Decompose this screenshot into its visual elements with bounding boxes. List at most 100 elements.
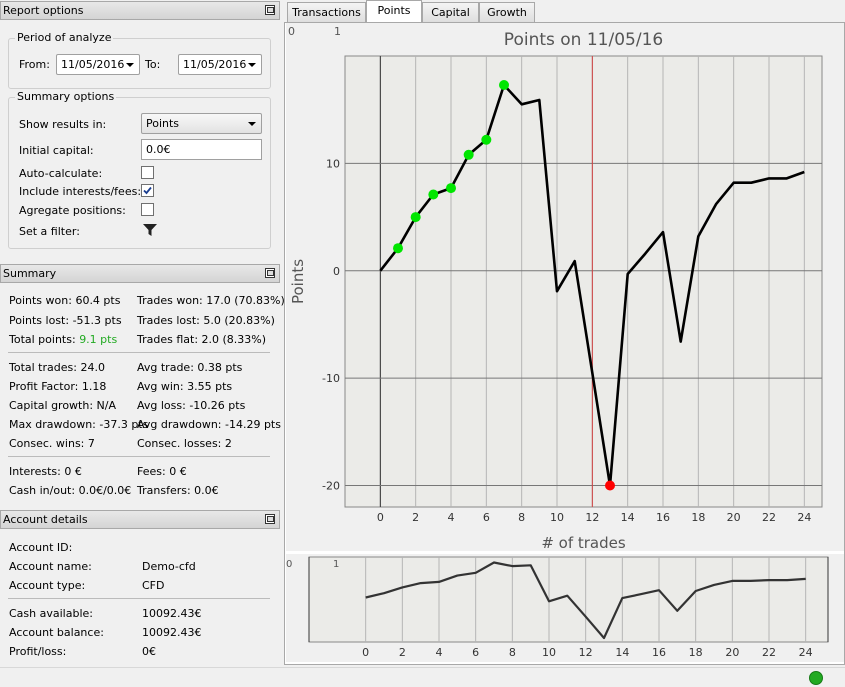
account-name-label: Account name: xyxy=(9,560,92,573)
total-points-label: Total points: xyxy=(9,333,76,346)
period-title: Period of analyze xyxy=(15,31,114,44)
divider xyxy=(8,456,270,457)
report-options-header: Report options xyxy=(0,1,280,20)
consec-losses: Consec. losses: 2 xyxy=(137,437,232,450)
x-tick-label: 14 xyxy=(621,511,635,524)
avg-drawdown: Avg drawdown: -14.29 pts xyxy=(137,418,281,431)
show-results-value: Points xyxy=(146,117,180,130)
overview-x-tick-label: 12 xyxy=(579,646,593,659)
winning-trade-point xyxy=(393,243,403,254)
trades-lost: Trades lost: 5.0 (20.83%) xyxy=(137,314,275,327)
profit-factor: Profit Factor: 1.18 xyxy=(9,380,107,393)
cash-in-out: Cash in/out: 0.0€/0.0€ xyxy=(9,484,132,497)
undock-icon[interactable] xyxy=(265,514,275,524)
overview-x-tick-label: 0 xyxy=(362,646,369,659)
overview-corner-label: 0 xyxy=(286,559,292,570)
from-date-value: 11/05/2016 xyxy=(61,58,125,71)
account-balance-label: Account balance: xyxy=(9,626,104,639)
tab-points[interactable]: Points xyxy=(366,0,422,23)
x-tick-label: 0 xyxy=(377,511,384,524)
filter-label: Set a filter: xyxy=(19,225,80,238)
divider xyxy=(8,352,270,353)
points-lost: Points lost: -51.3 pts xyxy=(9,314,122,327)
winning-trade-point xyxy=(410,212,421,223)
account-type-label: Account type: xyxy=(9,579,86,592)
tab-growth[interactable]: Growth xyxy=(479,2,535,22)
divider xyxy=(8,598,270,599)
y-tick-label: -10 xyxy=(322,372,340,385)
overview-x-tick-label: 10 xyxy=(542,646,556,659)
fees: Fees: 0 € xyxy=(137,465,187,478)
capital-growth: Capital growth: N/A xyxy=(9,399,117,412)
chevron-down-icon xyxy=(248,122,256,126)
losing-trade-point xyxy=(605,480,615,491)
profit-loss-value: 0€ xyxy=(142,645,156,658)
overview-x-tick-label: 20 xyxy=(725,646,739,659)
filter-icon[interactable] xyxy=(142,222,158,238)
x-tick-label: 22 xyxy=(762,511,776,524)
account-name-value: Demo-cfd xyxy=(142,560,196,573)
profit-loss-label: Profit/loss: xyxy=(9,645,67,658)
trades-won: Trades won: 17.0 (70.83%) xyxy=(137,294,285,307)
from-label: From: xyxy=(19,58,50,71)
aggregate-checkbox[interactable] xyxy=(141,203,154,216)
avg-trade: Avg trade: 0.38 pts xyxy=(137,361,243,374)
x-tick-label: 2 xyxy=(412,511,419,524)
tab-capital[interactable]: Capital xyxy=(422,2,479,22)
to-date-picker[interactable]: 11/05/2016 xyxy=(178,54,262,75)
to-date-value: 11/05/2016 xyxy=(183,58,247,71)
x-tick-label: 16 xyxy=(656,511,670,524)
initial-capital-input[interactable]: 0.0€ xyxy=(141,139,262,160)
x-tick-label: 6 xyxy=(483,511,490,524)
corner-label: 1 xyxy=(334,25,341,38)
consec-wins: Consec. wins: 7 xyxy=(9,437,95,450)
total-points-value: 9.1 pts xyxy=(79,333,118,346)
chevron-down-icon xyxy=(248,63,256,67)
account-balance-value: 10092.43€ xyxy=(142,626,202,639)
x-tick-label: 24 xyxy=(797,511,811,524)
show-results-label: Show results in: xyxy=(19,118,107,131)
interests: Interests: 0 € xyxy=(9,465,82,478)
y-tick-label: 10 xyxy=(326,157,340,170)
winning-trade-point xyxy=(481,134,492,145)
report-options-title: Report options xyxy=(3,4,84,17)
overview-chart[interactable]: 0 2 4 6 8 10 12 14 16 18 20 22 240 1 xyxy=(286,554,844,662)
y-tick-label: -20 xyxy=(322,480,340,493)
max-drawdown: Max drawdown: -37.3 pts xyxy=(9,418,149,431)
summary-title: Summary xyxy=(3,267,57,280)
overview-x-tick-label: 6 xyxy=(472,646,479,659)
winning-trade-point xyxy=(446,183,456,194)
to-label: To: xyxy=(145,58,161,71)
y-axis-label: Points xyxy=(289,259,307,304)
tab-transactions[interactable]: Transactions xyxy=(287,2,366,22)
y-tick-label: 0 xyxy=(333,265,340,278)
winning-trade-point xyxy=(463,149,474,160)
from-date-picker[interactable]: 11/05/2016 xyxy=(56,54,140,75)
winning-trade-point xyxy=(428,189,439,200)
undock-icon[interactable] xyxy=(265,5,275,15)
overview-x-tick-label: 16 xyxy=(652,646,666,659)
x-tick-label: 20 xyxy=(727,511,741,524)
overview-plot-area xyxy=(308,556,829,643)
x-tick-label: 8 xyxy=(518,511,525,524)
cash-available-value: 10092.43€ xyxy=(142,607,202,620)
initial-capital-value: 0.0€ xyxy=(146,143,171,156)
x-tick-label: 10 xyxy=(550,511,564,524)
overview-x-tick-label: 8 xyxy=(509,646,516,659)
overview-corner-label: 1 xyxy=(333,559,339,570)
total-points: Total points: 9.1 pts xyxy=(9,333,117,346)
overview-x-tick-label: 18 xyxy=(689,646,703,659)
overview-x-tick-label: 2 xyxy=(399,646,406,659)
include-interests-checkbox[interactable] xyxy=(141,184,154,197)
total-trades: Total trades: 24.0 xyxy=(9,361,105,374)
undock-icon[interactable] xyxy=(265,268,275,278)
overview-x-tick-label: 24 xyxy=(799,646,813,659)
auto-calculate-checkbox[interactable] xyxy=(141,166,154,179)
points-chart[interactable]: 0 2 4 6 8 10 12 14 16 18 20 22 24-20-100100 1 Points o… xyxy=(286,23,844,551)
aggregate-label: Agregate positions: xyxy=(19,204,126,217)
overview-x-tick-label: 22 xyxy=(762,646,776,659)
avg-win: Avg win: 3.55 pts xyxy=(137,380,233,393)
show-results-select[interactable]: Points xyxy=(141,113,262,134)
transfers: Transfers: 0.0€ xyxy=(137,484,219,497)
chevron-down-icon xyxy=(126,63,134,67)
